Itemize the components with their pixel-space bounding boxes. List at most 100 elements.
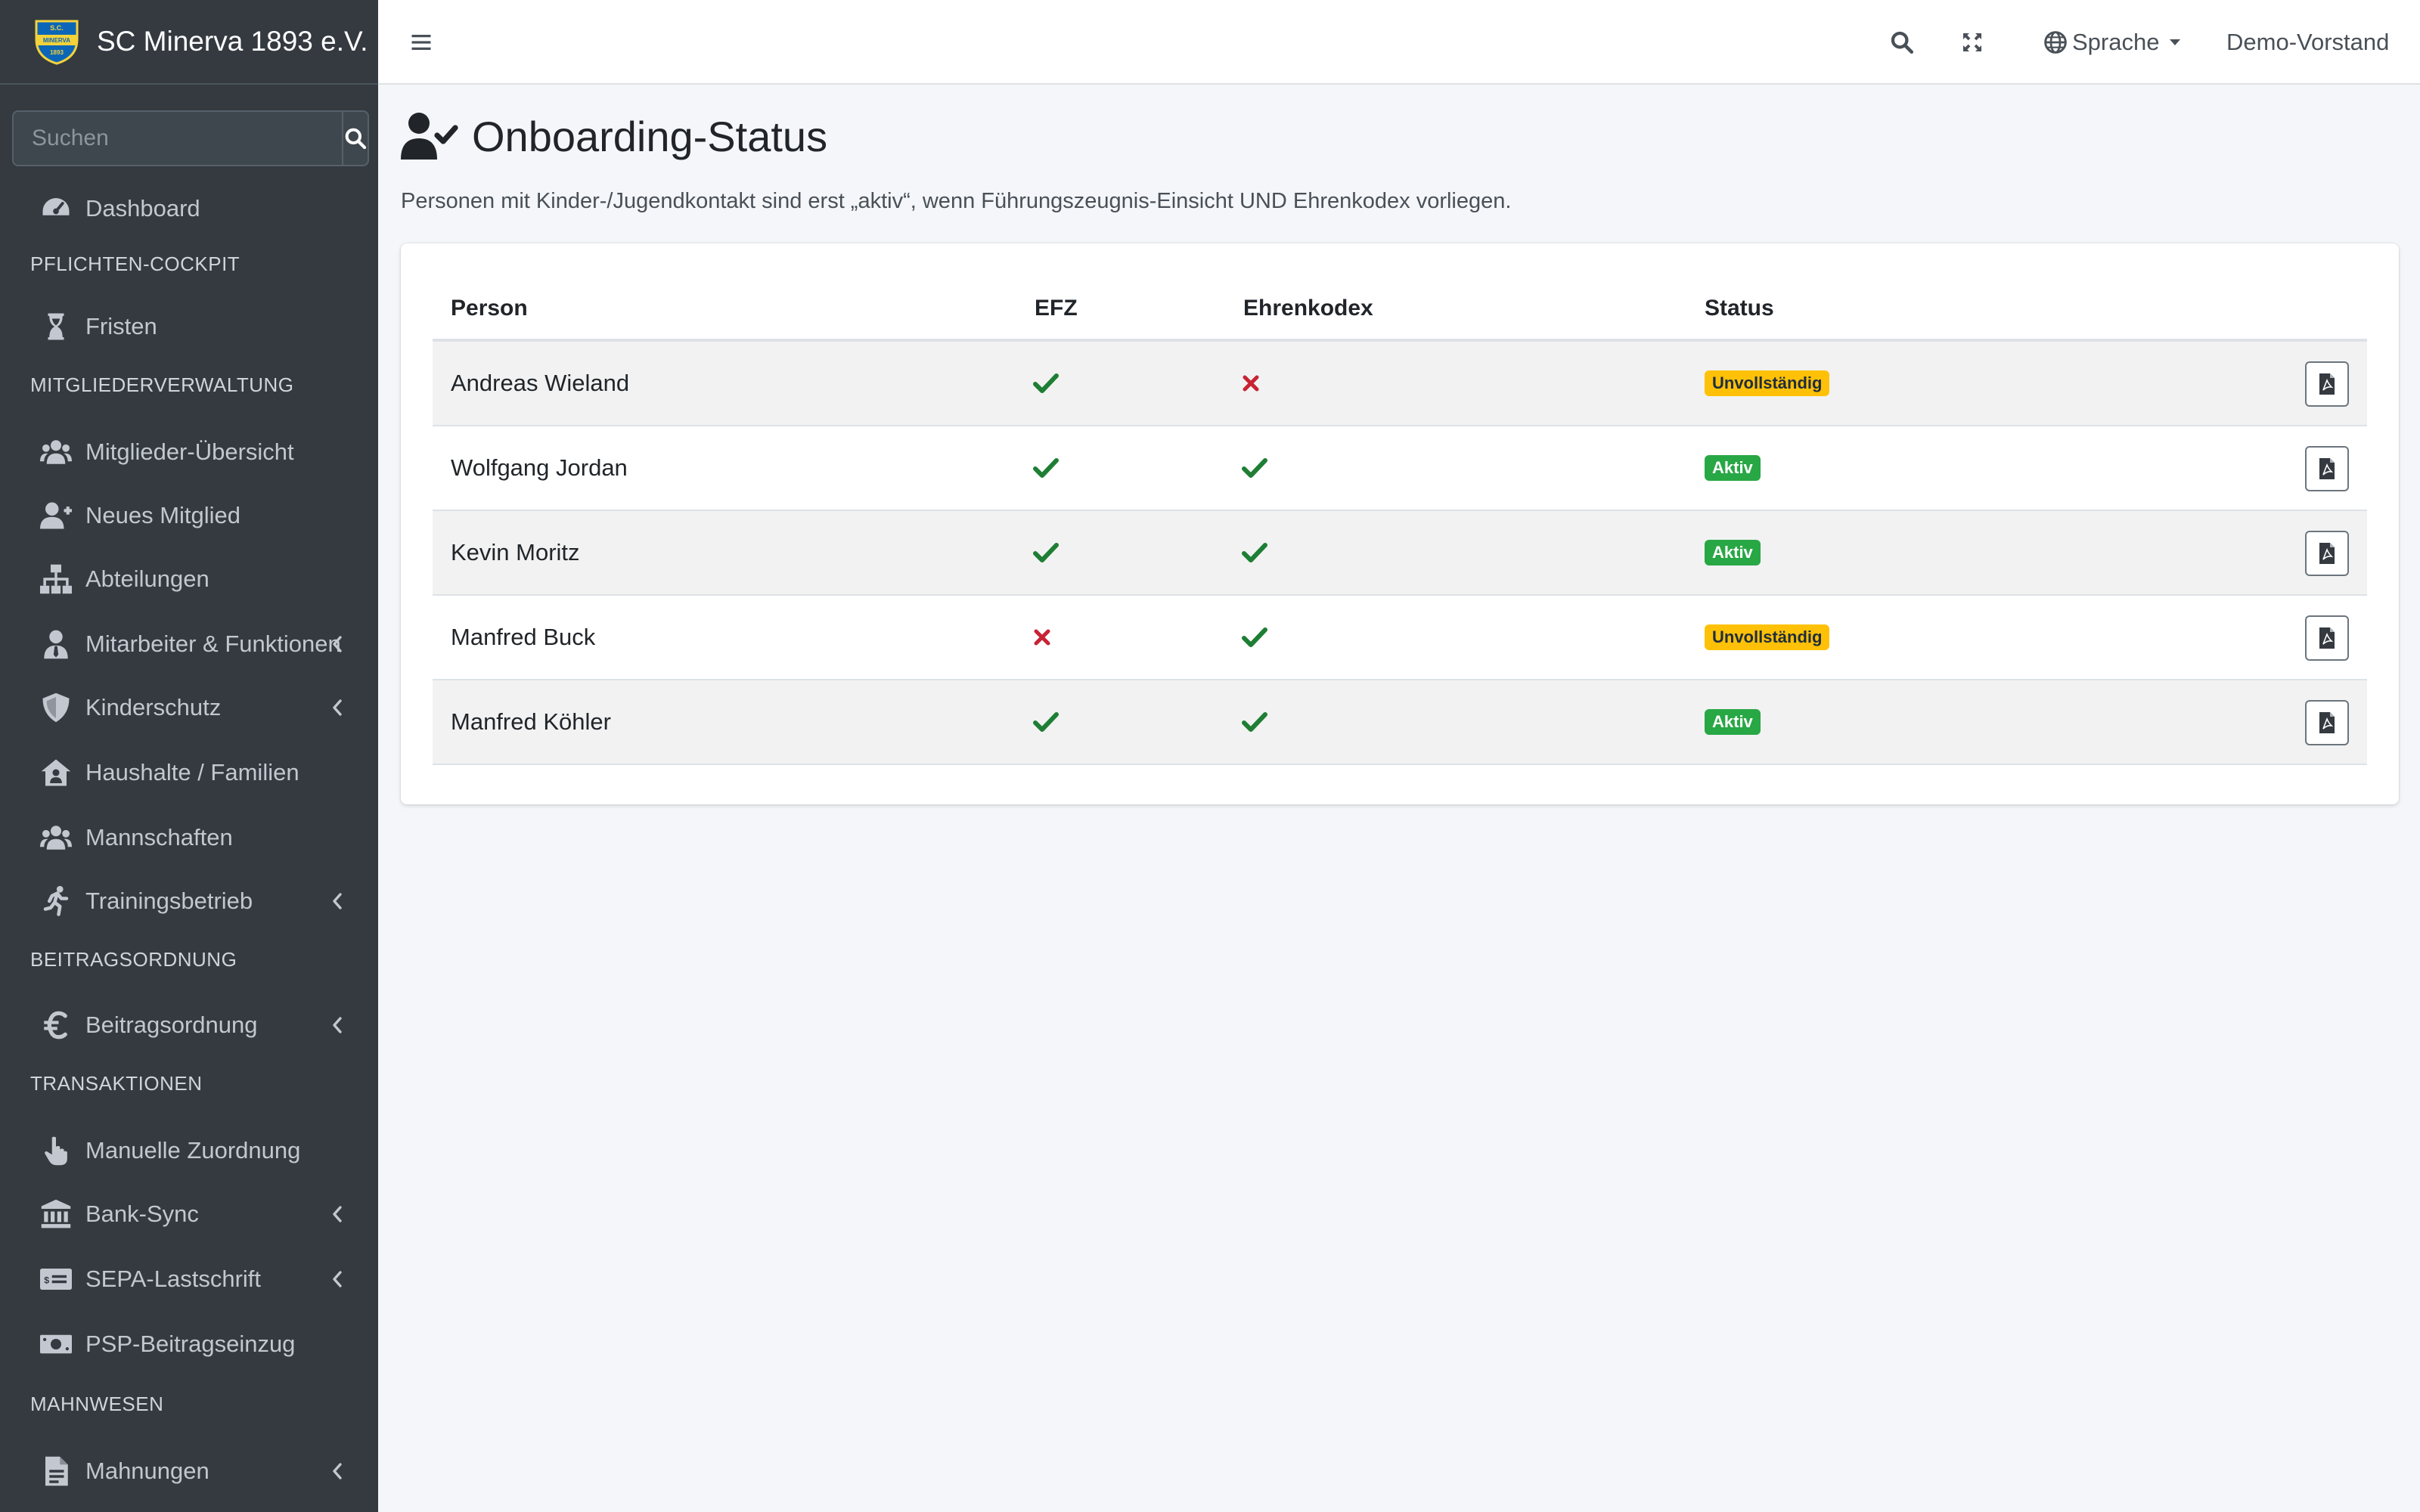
nav-header-mitgliederverwaltung: MITGLIEDERVERWALTUNG (30, 373, 294, 396)
search-icon (345, 128, 367, 150)
bars-icon (411, 35, 431, 50)
sidebar-item-trainingsbetrieb[interactable]: Trainingsbetrieb (12, 872, 366, 930)
sidebar-item-abteilungen[interactable]: Abteilungen (12, 550, 366, 608)
cell-status: Aktiv (1705, 511, 1761, 594)
file-pdf-icon (2318, 542, 2336, 565)
sidebar-item-label: Manuelle Zuordnung (85, 1137, 301, 1163)
fullscreen-button[interactable] (1960, 0, 1984, 85)
sidebar-item-label: Mitarbeiter & Funktionen (85, 631, 341, 657)
sidebar-item-kinderschutz[interactable]: Kinderschutz (12, 679, 366, 736)
column-header-status: Status (1705, 296, 1774, 321)
page-title: Onboarding-Status (472, 112, 828, 160)
user-check-icon (401, 113, 458, 160)
svg-text:S.C.: S.C. (50, 24, 64, 32)
column-header-person: Person (451, 296, 528, 321)
users-icon (39, 821, 73, 854)
sidebar-item-label: Bank-Sync (85, 1201, 199, 1227)
cell-status: Aktiv (1705, 426, 1761, 510)
sidebar-search-button[interactable] (342, 110, 369, 166)
sidebar-item-label: Haushalte / Familien (85, 759, 299, 785)
pdf-download-button[interactable] (2305, 615, 2349, 661)
sidebar-item-psp-beitragseinzug[interactable]: PSP-Beitragseinzug (12, 1315, 366, 1373)
navbar-search-button[interactable] (1889, 0, 1915, 85)
chevron-left-icon (328, 1268, 346, 1290)
chevron-left-icon (328, 1460, 346, 1483)
sidebar-item-mitarbeiter-funktionen[interactable]: Mitarbeiter & Funktionen (12, 615, 366, 673)
brand-link[interactable]: S.C. MINERVA 1893 SC Minerva 1893 e.V. (0, 0, 378, 85)
nav-header-transaktionen: TRANSAKTIONEN (30, 1072, 203, 1095)
search-icon (1891, 31, 1914, 54)
sidebar-item-fristen[interactable]: Fristen (12, 298, 366, 355)
menu-toggle-button[interactable] (410, 0, 433, 85)
language-dropdown[interactable]: Sprache (2043, 0, 2182, 85)
table-header: Person EFZ Ehrenkodex Status (433, 275, 2367, 342)
page-header: Onboarding-Status (401, 106, 827, 166)
chevron-left-icon (328, 633, 346, 655)
sidebar-item-label: Kinderschutz (85, 694, 222, 720)
sidebar-item-beitragsordnung[interactable]: Beitragsordnung (12, 996, 366, 1054)
pdf-download-button[interactable] (2305, 531, 2349, 576)
topbar: Sprache Demo-Vorstand (378, 0, 2420, 85)
sidebar-item-label: Dashboard (85, 195, 200, 222)
sidebar-item-label: Mannschaften (85, 824, 233, 850)
bank-icon (39, 1198, 73, 1231)
table-row: Wolfgang Jordan Aktiv (433, 426, 2367, 511)
sidebar-item-manuelle-zuordnung[interactable]: Manuelle Zuordnung (12, 1122, 366, 1179)
svg-text:MINERVA: MINERVA (43, 37, 70, 44)
status-badge: Aktiv (1705, 709, 1761, 735)
sidebar-item-dashboard[interactable]: Dashboard (12, 180, 366, 237)
chevron-left-icon (328, 696, 346, 719)
file-pdf-icon (2318, 627, 2336, 649)
money-bill-icon (39, 1328, 73, 1361)
caret-down-icon (2170, 39, 2181, 45)
times-icon (1242, 342, 1260, 425)
table-row: Kevin Moritz Aktiv (433, 511, 2367, 596)
check-icon (1033, 342, 1059, 425)
sidebar-item-neues-mitglied[interactable]: Neues Mitglied (12, 487, 366, 544)
chevron-left-icon (328, 890, 346, 912)
sidebar-item-haushalte-familien[interactable]: Haushalte / Familien (12, 744, 366, 801)
running-icon (39, 885, 73, 918)
sidebar-search-input[interactable] (12, 110, 342, 166)
nav-header-beitragsordnung: BEITRAGSORDNUNG (30, 948, 237, 971)
sidebar-item-mahnungen[interactable]: Mahnungen (12, 1442, 366, 1500)
tachometer-icon (39, 192, 73, 225)
cell-status: Unvollständig (1705, 596, 1830, 679)
table-body: Andreas Wieland Unvollständig Wolfgang Jor… (433, 342, 2367, 765)
user-menu[interactable]: Demo-Vorstand (2226, 0, 2389, 85)
hand-pointer-icon (39, 1134, 73, 1167)
sidebar-item-mitglieder-uebersicht[interactable]: Mitglieder-Übersicht (12, 423, 366, 481)
status-badge: Unvollständig (1705, 624, 1830, 650)
sidebar-item-label: Trainingsbetrieb (85, 888, 253, 914)
money-check-icon: $ (39, 1263, 73, 1296)
status-badge: Unvollständig (1705, 370, 1830, 396)
check-icon (1033, 511, 1059, 594)
status-badge: Aktiv (1705, 540, 1761, 565)
file-pdf-icon (2318, 373, 2336, 395)
pdf-download-button[interactable] (2305, 700, 2349, 745)
check-icon (1242, 596, 1267, 679)
nav-header-pflichten-cockpit: PFLICHTEN-COCKPIT (30, 253, 240, 275)
cell-status: Aktiv (1705, 680, 1761, 764)
sidebar-item-sepa-lastschrift[interactable]: $ SEPA-Lastschrift (12, 1250, 366, 1308)
check-icon (1242, 680, 1267, 764)
pdf-download-button[interactable] (2305, 361, 2349, 407)
cell-person: Wolfgang Jordan (451, 454, 628, 481)
table-row: Andreas Wieland Unvollständig (433, 342, 2367, 426)
pdf-download-button[interactable] (2305, 446, 2349, 491)
sidebar-item-label: PSP-Beitragseinzug (85, 1331, 296, 1357)
user-tie-icon (39, 627, 73, 661)
sidebar-item-label: Beitragsordnung (85, 1012, 258, 1038)
check-icon (1033, 426, 1059, 510)
sidebar-item-mannschaften[interactable]: Mannschaften (12, 809, 366, 866)
sidebar-item-bank-sync[interactable]: Bank-Sync (12, 1185, 366, 1243)
check-icon (1242, 511, 1267, 594)
file-alt-icon (39, 1455, 73, 1488)
chevron-left-icon (328, 1203, 346, 1225)
page-description: Personen mit Kinder-/Jugendkontakt sind … (401, 189, 1512, 213)
user-label: Demo-Vorstand (2226, 29, 2390, 55)
cell-person: Andreas Wieland (451, 370, 630, 396)
language-label: Sprache (2072, 29, 2160, 55)
sidebar-item-label: Neues Mitglied (85, 502, 241, 528)
table-row: Manfred Buck Unvollständig (433, 596, 2367, 680)
